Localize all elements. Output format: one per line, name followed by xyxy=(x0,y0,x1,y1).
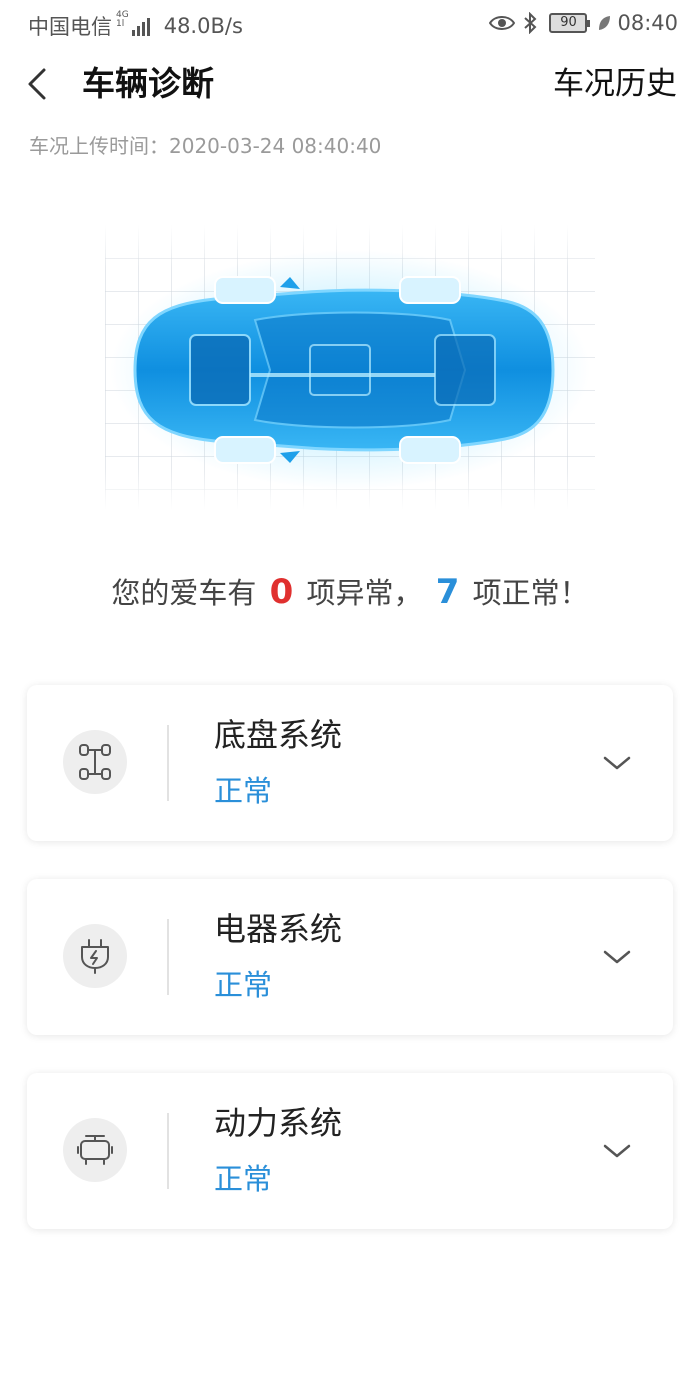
system-status: 正常 xyxy=(214,774,273,808)
system-card-powertrain[interactable]: 动力系统 正常 xyxy=(27,1073,673,1229)
summary-middle: 项异常， xyxy=(306,576,423,610)
car-xray-image xyxy=(105,225,595,510)
system-status: 正常 xyxy=(214,1162,273,1196)
back-button[interactable] xyxy=(20,62,60,106)
electric-plug-icon xyxy=(81,939,109,974)
system-name: 动力系统 xyxy=(214,1104,343,1142)
system-name: 电器系统 xyxy=(214,910,343,948)
network-speed: 48.0B/s xyxy=(163,14,243,38)
battery-icon: 90 xyxy=(549,13,591,33)
system-card-electrical[interactable]: 电器系统 正常 xyxy=(27,879,673,1035)
status-left: 中国电信 4G 1l 48.0B/s xyxy=(28,11,243,41)
header: 车辆诊断 车况历史 xyxy=(0,50,700,120)
signal-icon xyxy=(131,16,152,36)
diagnosis-summary: 您的爱车有 0 项异常， 7 项正常！ xyxy=(0,570,700,612)
chassis-icon-badge xyxy=(63,730,127,794)
leaf-icon xyxy=(599,16,611,30)
status-bar: 中国电信 4G 1l 48.0B/s 90 08:40 xyxy=(0,0,700,50)
status-right: 90 08:40 xyxy=(489,11,678,35)
carrier-name: 中国电信 xyxy=(28,15,112,39)
engine-icon xyxy=(77,1135,113,1165)
system-card-chassis[interactable]: 底盘系统 正常 xyxy=(27,685,673,841)
summary-prefix: 您的爱车有 xyxy=(111,576,257,610)
chevron-down-icon[interactable] xyxy=(601,941,633,973)
chevron-left-icon xyxy=(28,68,46,100)
system-name: 底盘系统 xyxy=(214,716,343,754)
summary-suffix: 项正常！ xyxy=(472,576,589,610)
chassis-icon xyxy=(79,744,111,780)
upload-time: 车况上传时间：2020-03-24 08:40:40 xyxy=(29,134,382,158)
electric-icon-badge xyxy=(63,924,127,988)
page-title: 车辆诊断 xyxy=(82,64,214,103)
system-status: 正常 xyxy=(214,968,273,1002)
clock-time: 08:40 xyxy=(617,11,678,35)
car-illustration xyxy=(105,225,595,510)
chevron-down-icon[interactable] xyxy=(601,747,633,779)
normal-count: 7 xyxy=(435,572,460,612)
card-divider xyxy=(167,919,169,995)
card-divider xyxy=(167,1113,169,1189)
eye-icon xyxy=(489,16,516,30)
network-generation: 4G 1l xyxy=(116,10,129,29)
engine-icon-badge xyxy=(63,1118,127,1182)
bluetooth-icon xyxy=(524,12,537,34)
abnormal-count: 0 xyxy=(269,572,294,612)
card-divider xyxy=(167,725,169,801)
vehicle-history-link[interactable]: 车况历史 xyxy=(553,62,677,106)
chevron-down-icon[interactable] xyxy=(601,1135,633,1167)
